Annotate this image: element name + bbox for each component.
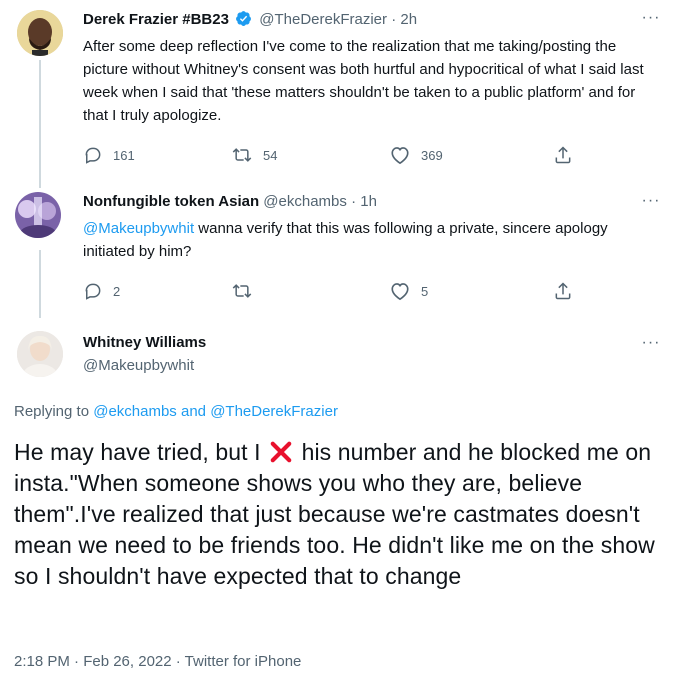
- share-button[interactable]: [553, 279, 573, 303]
- retweet-button[interactable]: 54: [231, 143, 277, 167]
- like-count: 5: [421, 283, 429, 299]
- thread-connector: [39, 60, 41, 188]
- more-options-icon[interactable]: ···: [640, 193, 662, 215]
- profile-photo-icon: [17, 331, 63, 377]
- main-tweet-text: He may have tried, but I his number and …: [14, 437, 674, 592]
- main-tweet-text-start: He may have tried, but I: [14, 439, 261, 465]
- tweet-actions: 161 54 369: [83, 143, 583, 167]
- thread-connector: [39, 250, 41, 318]
- heart-icon: [391, 283, 409, 301]
- author-name[interactable]: Whitney Williams: [83, 334, 206, 351]
- author-handle[interactable]: @ekchambs: [263, 193, 347, 210]
- tweet-text: @Makeupbywhit wanna verify that this was…: [83, 217, 648, 263]
- tweet-actions: 2 5: [83, 279, 583, 303]
- tweet-time[interactable]: · 2h: [391, 11, 417, 28]
- avatar-whitney[interactable]: [17, 331, 63, 377]
- profile-photo-icon: [17, 10, 63, 56]
- share-button[interactable]: [553, 143, 573, 167]
- replying-mention-2[interactable]: @TheDerekFrazier: [210, 403, 338, 420]
- author-handle[interactable]: @Makeupbywhit: [83, 357, 194, 374]
- tweet-time[interactable]: · 1h: [351, 193, 377, 210]
- tweet-timestamp[interactable]: 2:18 PM · Feb 26, 2022 · Twitter for iPh…: [14, 653, 301, 670]
- retweet-button[interactable]: [231, 279, 253, 303]
- avatar-derek[interactable]: [17, 10, 63, 56]
- heart-icon: [391, 147, 409, 165]
- replying-and: and: [180, 403, 207, 420]
- retweet-icon: [232, 148, 252, 162]
- author-name[interactable]: Nonfungible token Asian: [83, 193, 259, 210]
- retweet-icon: [232, 284, 252, 298]
- author-handle[interactable]: @TheDerekFrazier: [259, 11, 387, 28]
- mention-link[interactable]: @Makeupbywhit: [83, 220, 194, 237]
- reply-icon: [85, 283, 101, 300]
- like-button[interactable]: 5: [389, 279, 428, 303]
- avatar-ekchambs[interactable]: [15, 192, 61, 238]
- tweet-text: After some deep reflection I've come to …: [83, 38, 644, 124]
- reply-count: 2: [113, 283, 121, 299]
- replying-to: Replying to @ekchambs and @TheDerekFrazi…: [14, 403, 338, 420]
- author-name[interactable]: Derek Frazier #BB23: [83, 11, 229, 28]
- retweet-count: 54: [263, 147, 278, 163]
- like-count: 369: [421, 147, 443, 163]
- more-options-icon[interactable]: ···: [640, 10, 662, 32]
- like-button[interactable]: 369: [389, 143, 443, 167]
- reply-button[interactable]: 2: [83, 279, 120, 303]
- more-options-icon[interactable]: ···: [640, 335, 662, 357]
- replying-prefix: Replying to: [14, 403, 90, 420]
- reply-count: 161: [113, 147, 135, 163]
- reply-button[interactable]: 161: [83, 143, 135, 167]
- share-icon: [555, 282, 571, 300]
- replying-mention-1[interactable]: @ekchambs: [93, 403, 177, 420]
- share-icon: [555, 146, 571, 164]
- verified-badge-icon: [236, 11, 252, 26]
- profile-photo-icon: [15, 192, 61, 238]
- reply-icon: [85, 147, 101, 164]
- cross-mark-icon: [270, 441, 292, 463]
